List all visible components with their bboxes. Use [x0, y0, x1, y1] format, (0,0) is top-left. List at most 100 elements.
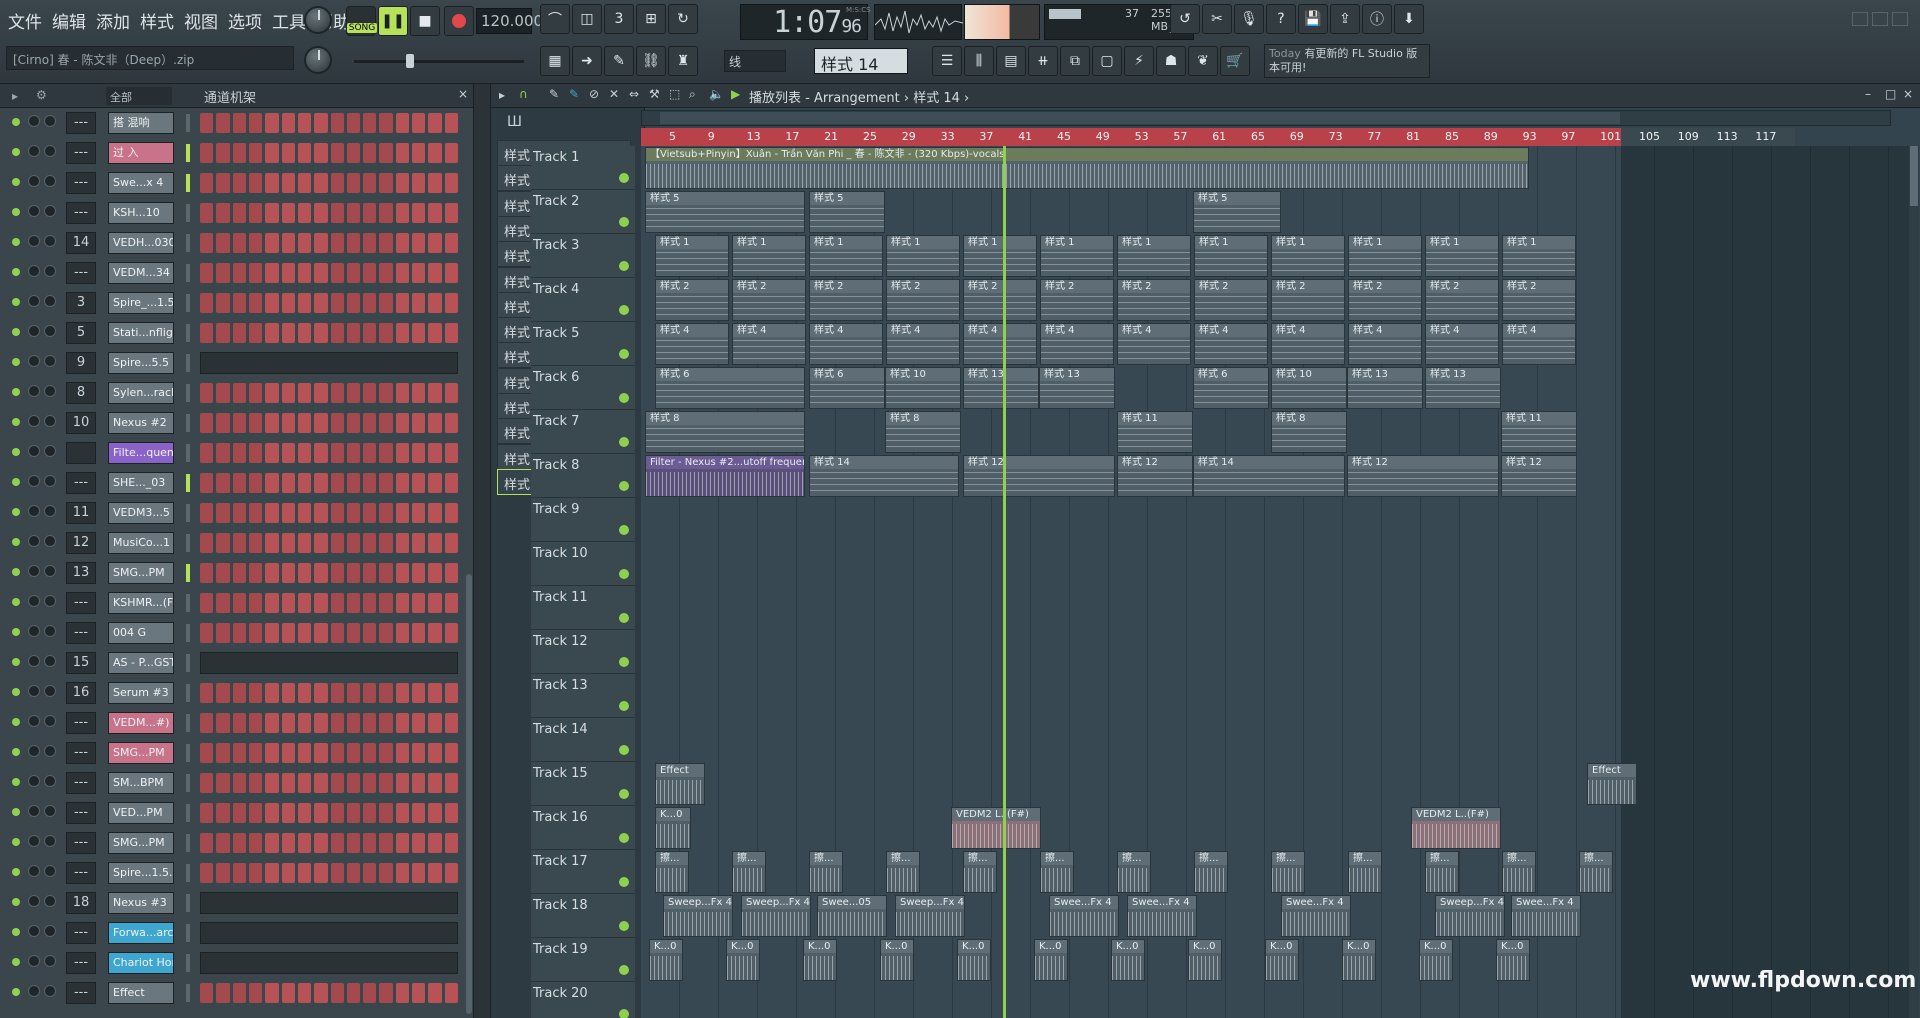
- channel-row[interactable]: 9 Spire...5.5 #2: [0, 348, 470, 378]
- step-button[interactable]: [395, 623, 410, 643]
- playlist-clip[interactable]: 样式 2: [655, 279, 729, 321]
- step-button[interactable]: [428, 803, 442, 823]
- channel-select-indicator[interactable]: [186, 504, 190, 522]
- step-button[interactable]: [346, 263, 361, 283]
- pat-song-toggle[interactable]: SONG: [346, 6, 377, 36]
- step-button[interactable]: [428, 503, 442, 523]
- channel-pan-knob[interactable]: [28, 775, 40, 787]
- step-button[interactable]: [297, 683, 312, 703]
- playlist-clip[interactable]: Sweep...Fx 4: [1435, 895, 1505, 937]
- step-button[interactable]: [363, 833, 377, 853]
- channel-pan-knob[interactable]: [28, 625, 40, 637]
- channel-pan-knob[interactable]: [28, 835, 40, 847]
- step-button[interactable]: [330, 713, 344, 733]
- step-button[interactable]: [330, 533, 344, 553]
- step-button[interactable]: [248, 743, 263, 763]
- playlist-menu-icon[interactable]: ▸: [499, 88, 505, 102]
- channel-mixer-track[interactable]: 8: [66, 382, 96, 404]
- channel-volume-knob[interactable]: [44, 415, 56, 427]
- playlist-clip[interactable]: 样式 6: [1193, 367, 1269, 409]
- channel-name-button[interactable]: KSH...10: [108, 202, 174, 224]
- wait-input-button[interactable]: ◫: [572, 4, 602, 34]
- step-button[interactable]: [248, 173, 263, 193]
- channel-row[interactable]: 18 Nexus #3: [0, 888, 470, 918]
- channel-mixer-track[interactable]: ---: [66, 172, 96, 194]
- step-button[interactable]: [363, 203, 377, 223]
- step-button[interactable]: [314, 233, 328, 253]
- step-button[interactable]: [281, 263, 295, 283]
- channel-mixer-track[interactable]: ---: [66, 592, 96, 614]
- step-button[interactable]: [297, 983, 312, 1003]
- step-button[interactable]: [379, 593, 393, 613]
- track-mute-led[interactable]: [619, 613, 629, 623]
- playlist-clip[interactable]: 样式 12: [1501, 455, 1577, 497]
- channel-mixer-track[interactable]: ---: [66, 772, 96, 794]
- playlist-clip[interactable]: 擦...: [732, 851, 766, 893]
- step-button[interactable]: [216, 743, 230, 763]
- channel-pan-knob[interactable]: [28, 205, 40, 217]
- shop-button[interactable]: 🛒: [1220, 46, 1250, 76]
- step-button[interactable]: [281, 143, 295, 163]
- track-header[interactable]: Track 11: [531, 586, 635, 630]
- channel-mixer-track[interactable]: ---: [66, 982, 96, 1004]
- step-button[interactable]: [395, 713, 410, 733]
- step-button[interactable]: [216, 833, 230, 853]
- channel-select-indicator[interactable]: [186, 684, 190, 702]
- channel-row[interactable]: 14 VEDH...030 E: [0, 228, 470, 258]
- playlist-clip[interactable]: 样式 8: [645, 411, 805, 453]
- step-button[interactable]: [395, 383, 410, 403]
- step-button[interactable]: [379, 713, 393, 733]
- playback-tool-icon[interactable]: 🔈: [709, 87, 724, 101]
- playlist-clip[interactable]: Swee...Fx 4: [1281, 895, 1351, 937]
- playlist-clip[interactable]: 样式 1: [1348, 235, 1422, 277]
- step-button[interactable]: [216, 803, 230, 823]
- channel-mute-led[interactable]: [12, 538, 20, 546]
- playlist-clip[interactable]: 样式 12: [1117, 455, 1193, 497]
- channel-select-indicator[interactable]: [186, 294, 190, 312]
- channel-mixer-track[interactable]: ---: [66, 472, 96, 494]
- playlist-clip[interactable]: 样式 12: [1347, 455, 1499, 497]
- step-button[interactable]: [248, 203, 263, 223]
- step-button[interactable]: [216, 983, 230, 1003]
- track-header[interactable]: Track 12: [531, 630, 635, 674]
- channel-volume-knob[interactable]: [44, 625, 56, 637]
- step-button[interactable]: [428, 113, 442, 133]
- channel-mute-led[interactable]: [12, 178, 20, 186]
- step-button[interactable]: [346, 833, 361, 853]
- channel-mixer-track[interactable]: 15: [66, 652, 96, 674]
- step-button[interactable]: [395, 443, 410, 463]
- track-header[interactable]: Track 1: [531, 146, 635, 190]
- track-header[interactable]: Track 7: [531, 410, 635, 454]
- channel-name-button[interactable]: Stati...nflight: [108, 322, 174, 344]
- channel-name-button[interactable]: AS - P...GSTA: [108, 652, 174, 674]
- news-panel[interactable]: Today 有更新的 FL Studio 版本可用!: [1264, 44, 1430, 78]
- channel-mute-led[interactable]: [12, 148, 20, 156]
- channel-name-button[interactable]: Forwa...arch: [108, 922, 174, 944]
- step-button[interactable]: [412, 443, 426, 463]
- step-button[interactable]: [281, 113, 295, 133]
- channel-select-indicator[interactable]: [186, 594, 190, 612]
- step-button[interactable]: [200, 533, 214, 553]
- channel-pan-knob[interactable]: [28, 745, 40, 757]
- playlist-clip[interactable]: 样式 8: [885, 411, 961, 453]
- step-button[interactable]: [200, 743, 214, 763]
- playlist-clip[interactable]: 样式 13: [963, 367, 1039, 409]
- tempo-display[interactable]: 120.000: [476, 8, 543, 34]
- channel-mute-led[interactable]: [12, 298, 20, 306]
- channel-name-button[interactable]: VEDM...#): [108, 712, 174, 734]
- step-button[interactable]: [395, 983, 410, 1003]
- step-button[interactable]: [216, 503, 230, 523]
- playlist-clip[interactable]: 样式 5: [1193, 191, 1281, 233]
- overview-thumb[interactable]: [660, 112, 1620, 124]
- track-header[interactable]: Track 6: [531, 366, 635, 410]
- channel-name-button[interactable]: Spire_...1.5.5: [108, 292, 174, 314]
- step-button[interactable]: [395, 533, 410, 553]
- channel-select-indicator[interactable]: [186, 174, 190, 192]
- step-button[interactable]: [248, 413, 263, 433]
- step-button[interactable]: [232, 743, 246, 763]
- step-button[interactable]: [363, 323, 377, 343]
- step-button[interactable]: [281, 323, 295, 343]
- step-button[interactable]: [395, 593, 410, 613]
- track-mute-led[interactable]: [619, 877, 629, 887]
- channel-volume-knob[interactable]: [44, 805, 56, 817]
